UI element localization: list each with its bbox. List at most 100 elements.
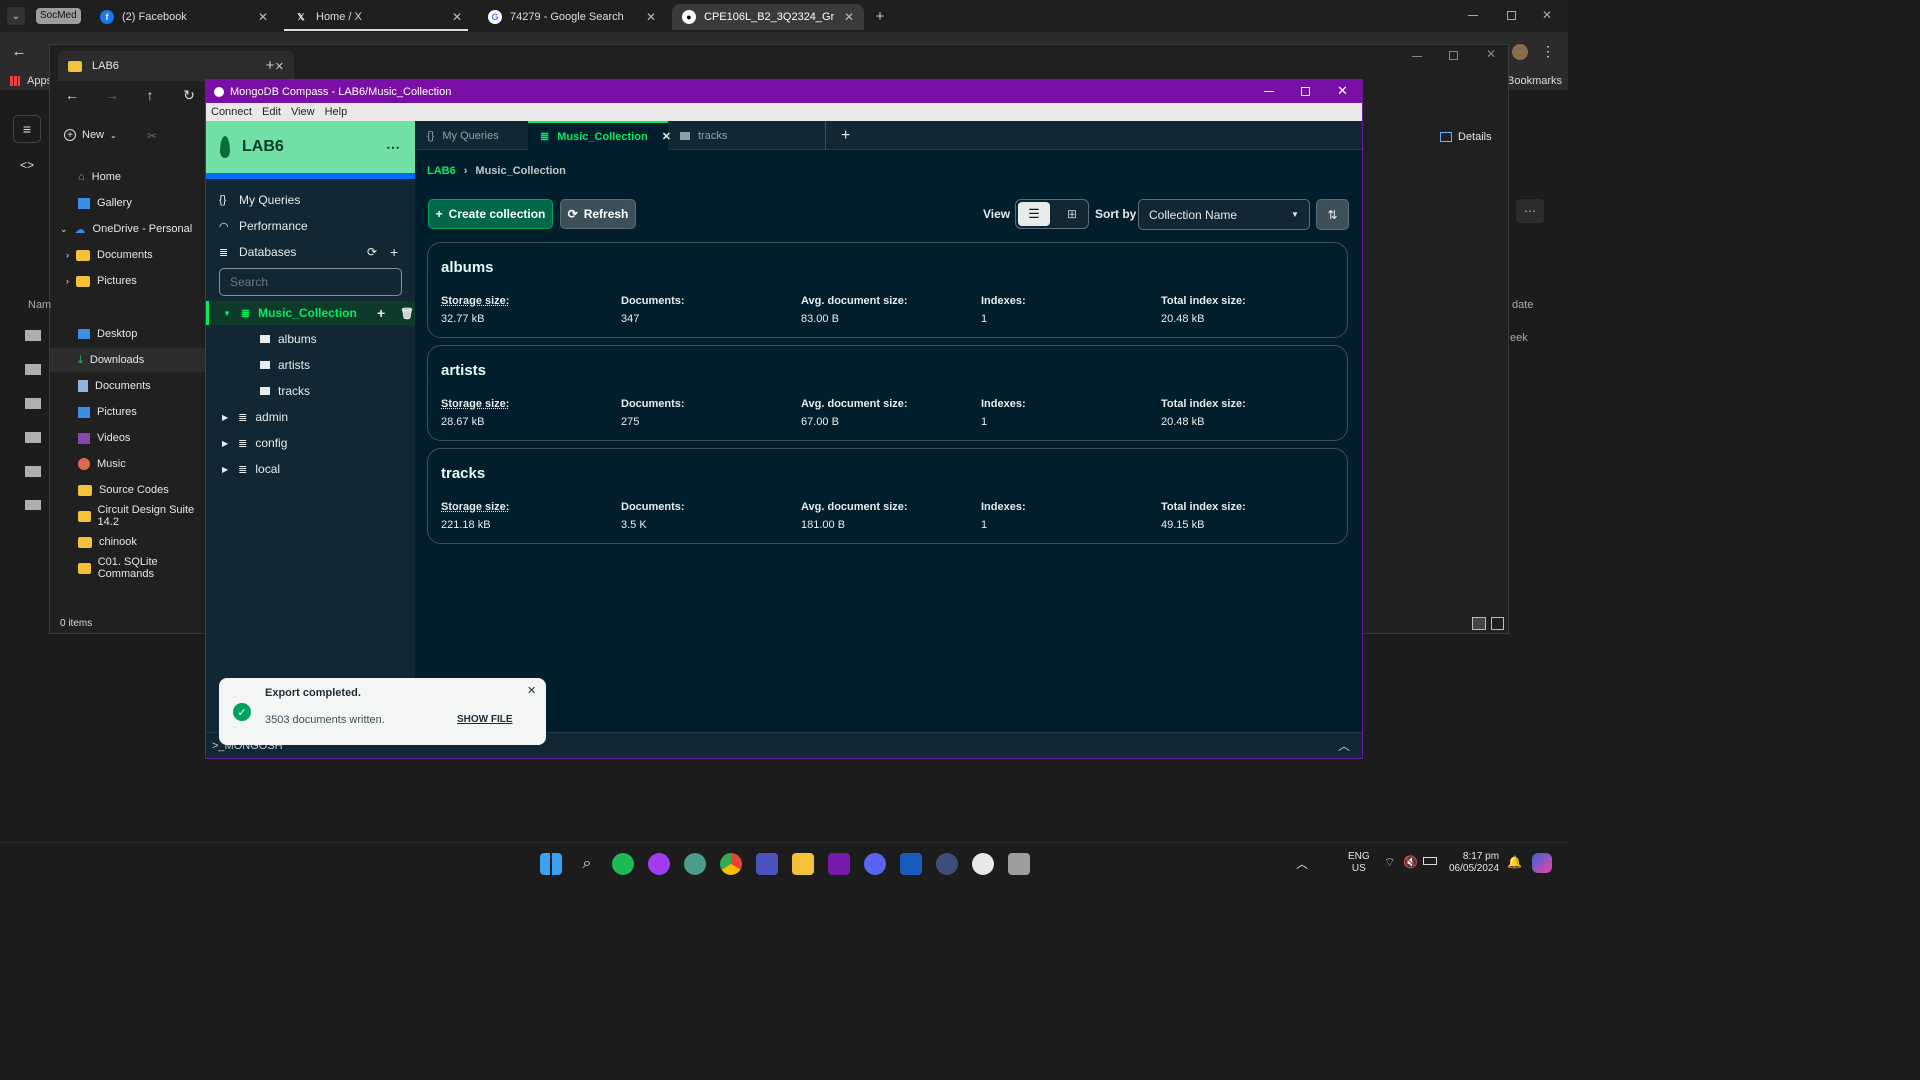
sidebar-item-music[interactable]: Music xyxy=(50,452,206,476)
collection-card-artists[interactable]: artists Storage size: 28.67 kB Documents:… xyxy=(427,345,1348,441)
cut-icon[interactable]: ✂ xyxy=(145,129,159,143)
restore-icon[interactable] xyxy=(1507,11,1516,20)
close-icon[interactable]: ✕ xyxy=(646,10,656,24)
sidebar-item-gallery[interactable]: Gallery xyxy=(50,191,206,215)
teams-icon[interactable] xyxy=(756,853,778,875)
sidebar-item-downloads[interactable]: ⤓ Downloads xyxy=(50,348,206,372)
minimize-icon[interactable] xyxy=(1412,56,1422,57)
discord-icon[interactable] xyxy=(864,853,886,875)
sidebar-item-home[interactable]: ⌂ Home xyxy=(50,165,206,189)
collection-card-albums[interactable]: albums Storage size: 32.77 kB Documents: 3… xyxy=(427,242,1348,338)
database-row-config[interactable]: ▶ ≣ config xyxy=(206,431,415,455)
collection-card-tracks[interactable]: tracks Storage size: 221.18 kB Documents:… xyxy=(427,448,1348,544)
browser-tab-facebook[interactable]: f (2) Facebook ✕ xyxy=(90,4,278,30)
sidebar-item-videos[interactable]: Videos xyxy=(50,426,206,450)
bookmarks-label[interactable]: Bookmarks xyxy=(1507,75,1562,87)
trash-icon[interactable]: 🗑 xyxy=(400,307,414,320)
nav-databases[interactable]: ≣ Databases ⟳ + xyxy=(219,240,409,264)
maximize-icon[interactable] xyxy=(1301,87,1310,96)
grid-view-icon[interactable]: ⊞ xyxy=(1056,202,1088,226)
sidebar-item-documents[interactable]: Documents xyxy=(50,374,206,398)
sidebar-item-sqlite[interactable]: C01. SQLite Commands xyxy=(50,556,206,580)
forward-arrow-icon[interactable]: → xyxy=(104,87,120,103)
bug-app-icon[interactable] xyxy=(936,853,958,875)
minimize-icon[interactable] xyxy=(1264,91,1274,92)
mongodb-compass-icon[interactable] xyxy=(972,853,994,875)
new-button[interactable]: + New ⌄ xyxy=(64,129,117,141)
list-view-icon[interactable]: ☰ xyxy=(1018,202,1050,226)
sidebar-item-circuit[interactable]: Circuit Design Suite 14.2 xyxy=(50,504,206,528)
close-icon[interactable]: ✕ xyxy=(844,10,854,24)
details-button[interactable]: Details xyxy=(1440,131,1492,143)
search-icon[interactable]: ⌕ xyxy=(576,853,598,875)
close-icon[interactable]: ✕ xyxy=(1484,47,1498,61)
sidebar-item-desktop[interactable]: Desktop xyxy=(50,322,206,346)
back-arrow-icon[interactable]: ← xyxy=(64,87,80,103)
breadcrumb-root[interactable]: LAB6 xyxy=(427,165,456,177)
refresh-icon[interactable]: ⟳ xyxy=(367,245,377,259)
tab-search-button[interactable]: ⌄ xyxy=(7,7,25,25)
menu-edit[interactable]: Edit xyxy=(262,106,281,118)
refresh-button[interactable]: ⟳ Refresh xyxy=(560,199,636,229)
tiles-view-icon[interactable] xyxy=(1491,617,1504,630)
minimize-icon[interactable] xyxy=(1468,15,1478,16)
clock[interactable]: 8:17 pm 06/05/2024 xyxy=(1449,851,1499,875)
add-collection-icon[interactable]: + xyxy=(377,305,385,321)
search-input[interactable] xyxy=(219,268,402,296)
apps-icon[interactable] xyxy=(10,76,20,86)
app-icon[interactable] xyxy=(684,853,706,875)
more-options-icon[interactable]: ⋯ xyxy=(386,139,400,156)
show-file-link[interactable]: SHOW FILE xyxy=(457,714,513,725)
chevron-up-icon[interactable]: ︿ xyxy=(1338,737,1350,754)
explorer-tab[interactable]: LAB6 ✕ xyxy=(58,51,294,81)
more-options-icon[interactable]: ⋯ xyxy=(1516,199,1544,223)
collection-card-title[interactable]: tracks xyxy=(441,465,485,482)
database-row-admin[interactable]: ▶ ≣ admin xyxy=(206,405,415,429)
tab-music-collection[interactable]: ≣ Music_Collection ✕ xyxy=(528,121,671,150)
maximize-icon[interactable] xyxy=(1449,51,1458,60)
sidebar-item-source-codes[interactable]: Source Codes xyxy=(50,478,206,502)
collection-card-title[interactable]: albums xyxy=(441,259,494,276)
tab-group-label[interactable]: SocMed xyxy=(36,8,81,24)
sidebar-item-chinook[interactable]: chinook xyxy=(50,530,206,554)
column-header-date[interactable]: date xyxy=(1512,299,1533,311)
back-arrow-icon[interactable]: ← xyxy=(10,42,28,60)
onenote-icon[interactable] xyxy=(828,853,850,875)
tab-tracks[interactable]: tracks xyxy=(668,121,826,150)
new-tab-icon[interactable]: + xyxy=(262,57,278,74)
collection-card-title[interactable]: artists xyxy=(441,362,486,379)
browser-tab-x[interactable]: 𝕏 Home / X ✕ xyxy=(284,4,472,30)
new-tab-icon[interactable]: + xyxy=(872,8,888,25)
spotify-icon[interactable] xyxy=(612,853,634,875)
browser-tab-google[interactable]: G 74279 - Google Search ✕ xyxy=(478,4,666,30)
language-indicator[interactable]: ENG US xyxy=(1348,851,1370,875)
chrome-icon[interactable] xyxy=(720,853,742,875)
close-icon[interactable]: ✕ xyxy=(1337,83,1348,99)
list-view-icon[interactable] xyxy=(1472,617,1486,630)
create-collection-button[interactable]: + Create collection xyxy=(428,199,553,229)
column-header-name[interactable]: Nam xyxy=(28,299,51,311)
close-icon[interactable]: ✕ xyxy=(527,684,536,697)
notification-icon[interactable]: 🔔 xyxy=(1507,855,1522,869)
nav-my-queries[interactable]: {} My Queries xyxy=(219,188,409,212)
menu-connect[interactable]: Connect xyxy=(211,106,252,118)
messenger-icon[interactable] xyxy=(648,853,670,875)
close-icon[interactable]: ✕ xyxy=(1540,8,1554,22)
hamburger-menu-icon[interactable]: ≡ xyxy=(13,115,41,143)
profile-avatar[interactable] xyxy=(1512,44,1528,60)
sort-select[interactable]: Collection Name ▼ xyxy=(1138,199,1310,230)
file-explorer-icon[interactable] xyxy=(792,853,814,875)
collection-row-artists[interactable]: artists xyxy=(206,353,415,377)
chevron-up-icon[interactable]: ︿ xyxy=(1296,855,1308,872)
sidebar-item-onedrive[interactable]: ⌄ ☁ OneDrive - Personal xyxy=(50,217,206,241)
close-icon[interactable]: ✕ xyxy=(452,10,462,24)
sort-direction-button[interactable]: ⇅ xyxy=(1316,199,1349,230)
copilot-icon[interactable] xyxy=(1532,853,1552,873)
wifi-icon[interactable]: ⌔ xyxy=(1384,855,1395,870)
close-icon[interactable]: ✕ xyxy=(258,10,268,24)
sidebar-item-pictures-od[interactable]: › Pictures xyxy=(50,269,206,293)
collection-row-tracks[interactable]: tracks xyxy=(206,379,415,403)
tab-my-queries[interactable]: {} My Queries xyxy=(415,121,528,150)
speaker-muted-icon[interactable]: 🔇 xyxy=(1403,855,1418,869)
add-tab-icon[interactable]: + xyxy=(829,121,862,150)
